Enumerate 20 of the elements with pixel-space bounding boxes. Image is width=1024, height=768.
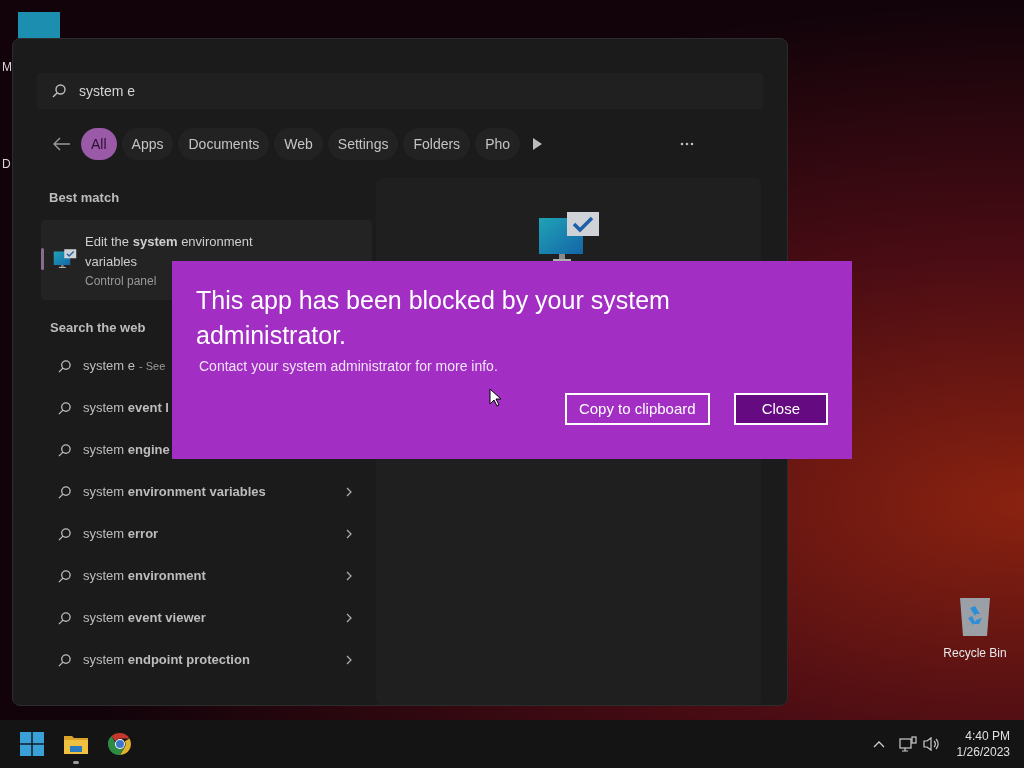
suggestion-text: system environment — [83, 567, 206, 586]
result-subtitle: Control panel — [85, 272, 158, 290]
desktop-icon-label: Recycle Bin — [943, 645, 1007, 662]
suggestion-text: system event viewer — [83, 609, 206, 628]
suggestion-text: system environment variables — [83, 483, 266, 502]
suggestion-hint: - See — [139, 358, 166, 374]
section-heading: Search the web — [50, 318, 146, 337]
desktop-icon-label: D — [2, 156, 11, 173]
suggestion-text: system error — [83, 525, 159, 544]
dialog-message: Contact your system administrator for more info. — [199, 357, 499, 376]
section-heading: Best match — [49, 189, 120, 207]
suggestion-text: system e — [83, 357, 135, 376]
time-text: 4:40 PM — [965, 728, 1010, 744]
search-text: system e — [79, 81, 135, 101]
suggestion-text: system engine — [83, 441, 170, 460]
suggestion-text: system endpoint protection — [83, 651, 250, 670]
suggestion-text: system event l — [83, 399, 169, 418]
desktop-icon-label: M — [2, 59, 12, 76]
result-title: Edit the system environment variables — [85, 232, 254, 271]
date-text: 1/26/2023 — [956, 744, 1010, 760]
